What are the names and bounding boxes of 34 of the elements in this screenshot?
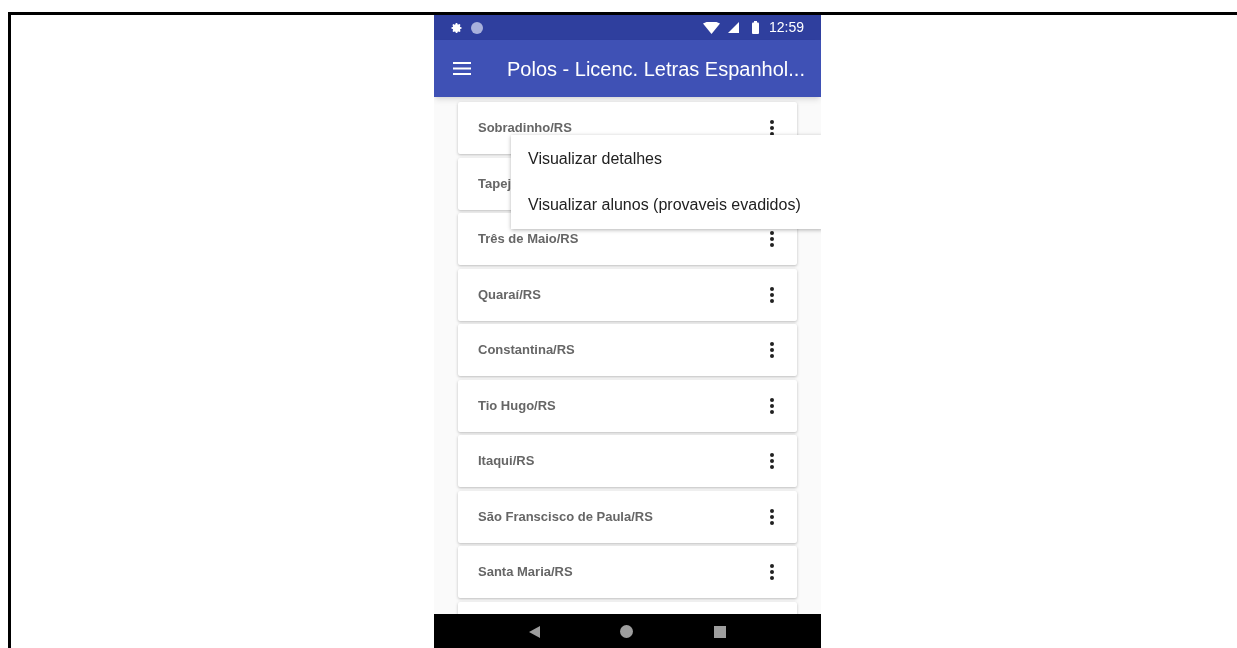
polo-name: Sobradinho/RS <box>478 119 572 138</box>
gear-icon <box>451 21 463 34</box>
recents-icon[interactable] <box>713 625 726 638</box>
polo-name: Quaraí/RS <box>478 285 541 304</box>
more-options-icon[interactable] <box>770 508 774 525</box>
polo-card[interactable]: Itaqui/RS <box>458 435 797 487</box>
menu-icon[interactable] <box>453 62 471 75</box>
back-icon[interactable] <box>529 625 541 638</box>
polo-card[interactable]: São Franscisco de Paula/RS <box>458 490 797 543</box>
more-options-icon[interactable] <box>770 286 774 303</box>
polo-card[interactable]: Quaraí/RS <box>458 268 797 321</box>
polo-name: Três de Maio/RS <box>478 230 579 249</box>
notification-dot-icon <box>471 21 483 34</box>
more-options-icon[interactable] <box>770 453 774 469</box>
more-options-icon[interactable] <box>770 231 774 247</box>
more-options-icon[interactable] <box>770 397 774 414</box>
polo-name: Itaqui/RS <box>478 452 535 471</box>
status-time: 12:59 <box>768 18 804 37</box>
polo-name: São Franscisco de Paula/RS <box>478 507 653 526</box>
polo-name: Santa Maria/RS <box>478 563 573 582</box>
polo-name: Constantina/RS <box>478 341 575 360</box>
more-options-icon[interactable] <box>770 120 774 136</box>
polo-name: Tapej <box>478 174 511 193</box>
more-options-icon[interactable] <box>770 342 774 358</box>
polo-card[interactable]: Constantina/RS <box>458 324 797 376</box>
battery-icon <box>751 21 759 34</box>
polo-name: Tio Hugo/RS <box>478 396 556 415</box>
more-options-icon[interactable] <box>770 564 774 580</box>
home-icon[interactable] <box>620 625 634 638</box>
app-title: Polos - Licenc. Letras Espanhol... <box>507 56 805 82</box>
polo-card[interactable]: Tio Hugo/RS <box>458 379 797 432</box>
signal-icon <box>727 22 739 33</box>
polo-card[interactable]: Santa Maria/RS <box>458 546 797 598</box>
wifi-icon <box>702 21 720 34</box>
